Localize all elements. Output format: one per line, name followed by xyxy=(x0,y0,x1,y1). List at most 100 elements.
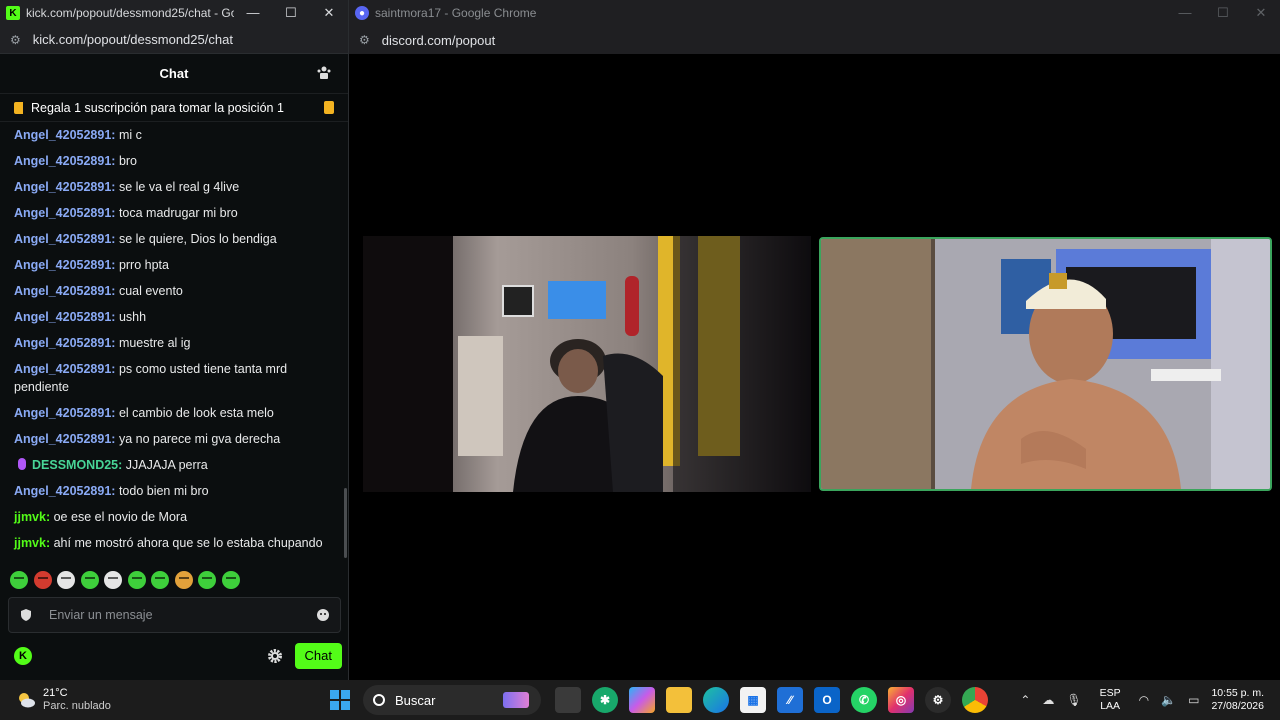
emote-icon[interactable] xyxy=(127,571,146,589)
chat-message-text: muestre al ig xyxy=(118,336,191,350)
discord-url: discord.com/popout xyxy=(381,32,496,48)
discord-titlebar[interactable]: ● saintmora17 - Google Chrome — ☐ ✕ xyxy=(349,0,1280,26)
site-settings-icon[interactable]: ⚙ xyxy=(10,33,21,47)
kick-favicon-icon: K xyxy=(6,6,20,20)
emote-icon[interactable] xyxy=(33,571,52,589)
chat-separator: : xyxy=(118,458,126,472)
language-indicator[interactable]: ESP LAA xyxy=(1100,687,1121,713)
pinned-subscription-banner[interactable]: Regala 1 suscripción para tomar la posic… xyxy=(0,94,348,122)
chevron-up-icon[interactable]: ⌃ xyxy=(1020,693,1030,707)
kick-logo-icon[interactable]: K xyxy=(14,647,32,665)
emoji-icon[interactable] xyxy=(316,608,330,622)
emote-icon[interactable] xyxy=(151,571,169,589)
chat-username[interactable]: Angel_42052891 xyxy=(14,206,111,220)
chat-message-text: mi c xyxy=(118,128,142,142)
chat-separator: : xyxy=(111,206,119,220)
chat-username[interactable]: jjmvk xyxy=(14,510,46,524)
chat-username[interactable]: Angel_42052891 xyxy=(14,154,111,168)
taskbar-search[interactable]: Buscar xyxy=(363,685,541,715)
emote-icon[interactable] xyxy=(174,571,193,589)
chat-username[interactable]: Angel_42052891 xyxy=(14,232,111,246)
copilot-icon[interactable] xyxy=(629,687,655,713)
chat-message: Angel_42052891: se le va el real g 4live xyxy=(14,174,331,200)
wifi-icon[interactable]: ◠ xyxy=(1139,693,1149,707)
chat-username[interactable]: jjmvk xyxy=(14,536,46,550)
close-icon[interactable]: ✕ xyxy=(310,5,348,21)
webcam-video-frame xyxy=(821,239,1270,489)
battery-icon[interactable]: ▭ xyxy=(1188,693,1199,707)
gear-icon[interactable] xyxy=(267,648,283,664)
chat-separator: : xyxy=(111,310,119,324)
store-icon[interactable]: ▦ xyxy=(740,687,766,713)
emote-icon[interactable] xyxy=(57,571,75,589)
whatsapp-icon[interactable]: ✆ xyxy=(851,687,877,713)
discord-favicon-icon: ● xyxy=(355,6,369,20)
emote-icon[interactable] xyxy=(198,571,216,589)
chat-message-text: cual evento xyxy=(118,284,183,298)
chat-username[interactable]: Angel_42052891 xyxy=(14,432,111,446)
steam-icon[interactable]: ⚙ xyxy=(925,687,951,713)
kick-address-bar[interactable]: ⚙ kick.com/popout/dessmond25/chat xyxy=(0,26,348,54)
clock-date: 27/08/2026 xyxy=(1211,700,1264,712)
message-input[interactable]: Enviar un mensaje xyxy=(8,597,341,633)
emote-icon[interactable] xyxy=(104,571,122,589)
webcam-video-tile[interactable] xyxy=(819,237,1272,491)
chat-separator: : xyxy=(111,406,119,420)
maximize-icon[interactable]: ☐ xyxy=(272,5,310,21)
kick-titlebar[interactable]: K kick.com/popout/dessmond25/chat - Goog… xyxy=(0,0,348,26)
users-icon[interactable] xyxy=(316,65,332,81)
chat-separator: : xyxy=(111,484,119,498)
emote-icon[interactable] xyxy=(80,571,99,589)
windows-start-icon[interactable] xyxy=(330,690,350,710)
chat-username[interactable]: Angel_42052891 xyxy=(14,128,111,142)
green-app-icon[interactable]: ✱ xyxy=(592,687,618,713)
crown-icon xyxy=(324,101,334,114)
minimize-icon[interactable]: — xyxy=(234,5,272,21)
emote-icon[interactable] xyxy=(10,571,28,589)
minimize-icon[interactable]: — xyxy=(1166,5,1204,21)
chat-username[interactable]: Angel_42052891 xyxy=(14,310,111,324)
chat-username[interactable]: Angel_42052891 xyxy=(14,336,111,350)
stream-video-tile[interactable] xyxy=(363,236,811,492)
kick-chat-window: K kick.com/popout/dessmond25/chat - Goog… xyxy=(0,0,349,680)
maximize-icon[interactable]: ☐ xyxy=(1204,5,1242,21)
chrome-icon[interactable] xyxy=(962,687,988,713)
chat-message: Angel_42052891: mi c xyxy=(14,122,331,148)
microphone-icon[interactable]: 🎙 xyxy=(1066,693,1081,707)
chat-username[interactable]: Angel_42052891 xyxy=(14,484,111,498)
volume-icon[interactable]: 🔈 xyxy=(1161,693,1176,707)
send-chat-button[interactable]: Chat xyxy=(294,643,342,669)
clock[interactable]: 10:55 p. m. 27/08/2026 xyxy=(1211,687,1264,713)
discord-address-bar[interactable]: ⚙ discord.com/popout xyxy=(349,26,1280,54)
site-settings-icon[interactable]: ⚙ xyxy=(359,33,370,47)
chat-message-text: ya no parece mi gva derecha xyxy=(118,432,281,446)
discord-window-title: saintmora17 - Google Chrome xyxy=(375,6,537,20)
vscode-icon[interactable]: ∕∕ xyxy=(777,687,803,713)
chat-message-text: bro xyxy=(118,154,138,168)
shield-icon[interactable] xyxy=(19,608,33,622)
language-code: ESP xyxy=(1099,687,1121,699)
outlook-icon[interactable]: O xyxy=(814,687,840,713)
instagram-icon[interactable]: ◎ xyxy=(888,687,914,713)
chat-message: DESSMOND25: JJAJAJA perra xyxy=(14,452,331,478)
chat-scrollbar[interactable] xyxy=(344,488,347,558)
search-label: Buscar xyxy=(395,692,436,708)
file-explorer-icon[interactable] xyxy=(666,687,692,713)
chat-title: Chat xyxy=(159,66,189,81)
chat-username[interactable]: Angel_42052891 xyxy=(14,406,111,420)
onedrive-icon[interactable]: ☁ xyxy=(1042,693,1054,707)
edge-icon[interactable] xyxy=(703,687,729,713)
chat-messages[interactable]: Angel_42052891: mi c Angel_42052891: bro A… xyxy=(0,122,345,562)
chat-username[interactable]: DESSMOND25 xyxy=(32,458,118,472)
close-icon[interactable]: ✕ xyxy=(1242,5,1280,21)
chat-username[interactable]: Angel_42052891 xyxy=(14,284,111,298)
chat-message: Angel_42052891: el cambio de look esta m… xyxy=(14,400,331,426)
weather-widget[interactable]: 21°C Parc. nublado xyxy=(16,687,196,713)
chat-footer: K Chat xyxy=(8,642,342,670)
task-view-icon[interactable] xyxy=(555,687,581,713)
chat-username[interactable]: Angel_42052891 xyxy=(14,362,111,376)
chat-username[interactable]: Angel_42052891 xyxy=(14,258,111,272)
chat-header: Chat xyxy=(0,54,348,94)
chat-username[interactable]: Angel_42052891 xyxy=(14,180,111,194)
emote-icon[interactable] xyxy=(221,571,240,589)
